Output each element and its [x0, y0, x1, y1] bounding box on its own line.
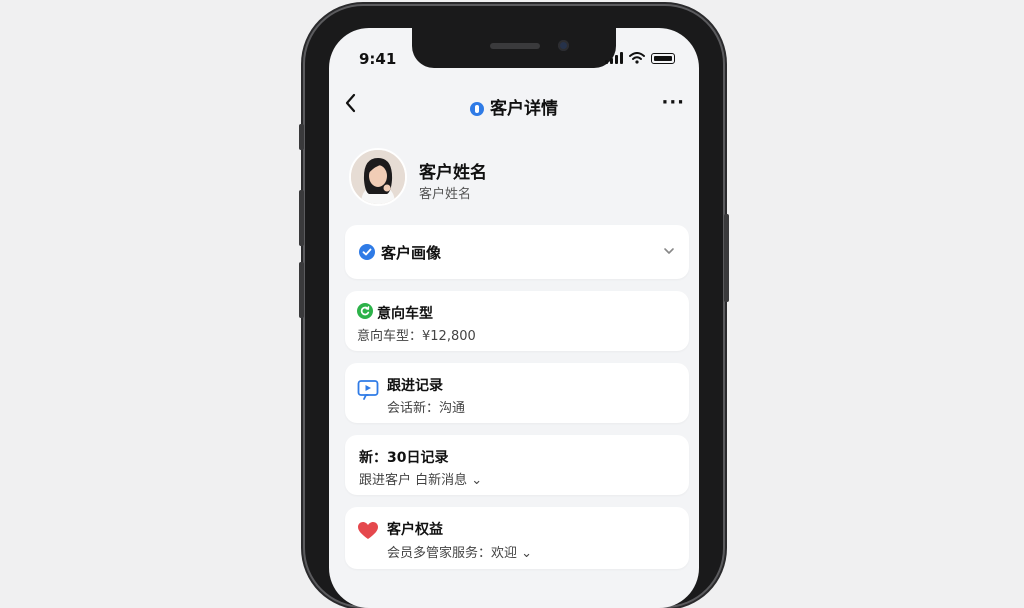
intended-model-card[interactable]: 意向车型 意向车型：¥12,800 [345, 291, 689, 351]
recent-record-card[interactable]: 新：30日记录 跟进客户 白新消息 ⌄ [345, 435, 689, 495]
heart-icon [358, 522, 378, 539]
customer-name: 客户姓名 [419, 163, 487, 183]
front-camera-icon [558, 40, 569, 51]
card-subtitle: 会员多管家服务：欢迎 ⌄ [387, 546, 533, 561]
speaker-grille [490, 43, 540, 49]
card-subtitle: 意向车型：¥12,800 [357, 329, 476, 344]
chevron-down-icon[interactable] [663, 246, 675, 256]
customer-benefits-card[interactable]: 客户权益 会员多管家服务：欢迎 ⌄ [345, 507, 689, 569]
card-title: 新：30日记录 [359, 450, 449, 466]
status-icons [605, 52, 675, 64]
card-title: 意向车型 [377, 306, 433, 322]
followup-record-card[interactable]: 跟进记录 会话新：沟通 [345, 363, 689, 423]
avatar-photo [351, 150, 405, 204]
card-subtitle: 会话新：沟通 [387, 401, 466, 416]
card-title: 跟进记录 [387, 378, 443, 394]
info-icon [470, 102, 484, 116]
check-badge-icon [359, 244, 375, 260]
phone-screen: 9:41 客户详情 ··· 客户姓名 客户姓名 客户画像 意向车型 意向车型：¥… [329, 28, 699, 608]
power-button [724, 214, 729, 302]
card-subtitle: 跟进客户 白新消息 ⌄ [359, 473, 483, 488]
refresh-icon [357, 303, 373, 319]
more-button[interactable]: ··· [661, 92, 685, 113]
monitor-icon [357, 380, 379, 400]
signal-icon [605, 52, 623, 64]
avatar [349, 148, 407, 206]
battery-icon [651, 52, 675, 64]
card-title: 客户画像 [381, 244, 442, 262]
page-title-text: 客户详情 [490, 99, 558, 119]
customer-profile[interactable]: 客户姓名 客户姓名 [349, 148, 679, 208]
navigation-bar: 客户详情 ··· [329, 86, 699, 126]
status-time: 9:41 [359, 50, 397, 68]
page-title: 客户详情 [329, 94, 699, 119]
mute-switch [299, 124, 304, 150]
customer-profile-card[interactable]: 客户画像 [345, 225, 689, 279]
phone-frame: 9:41 客户详情 ··· 客户姓名 客户姓名 客户画像 意向车型 意向车型：¥… [299, 6, 729, 608]
card-title: 客户权益 [387, 522, 443, 538]
wifi-icon [629, 52, 645, 64]
notch [412, 28, 616, 68]
volume-up-button [299, 190, 304, 246]
volume-down-button [299, 262, 304, 318]
customer-subtitle: 客户姓名 [419, 187, 472, 202]
